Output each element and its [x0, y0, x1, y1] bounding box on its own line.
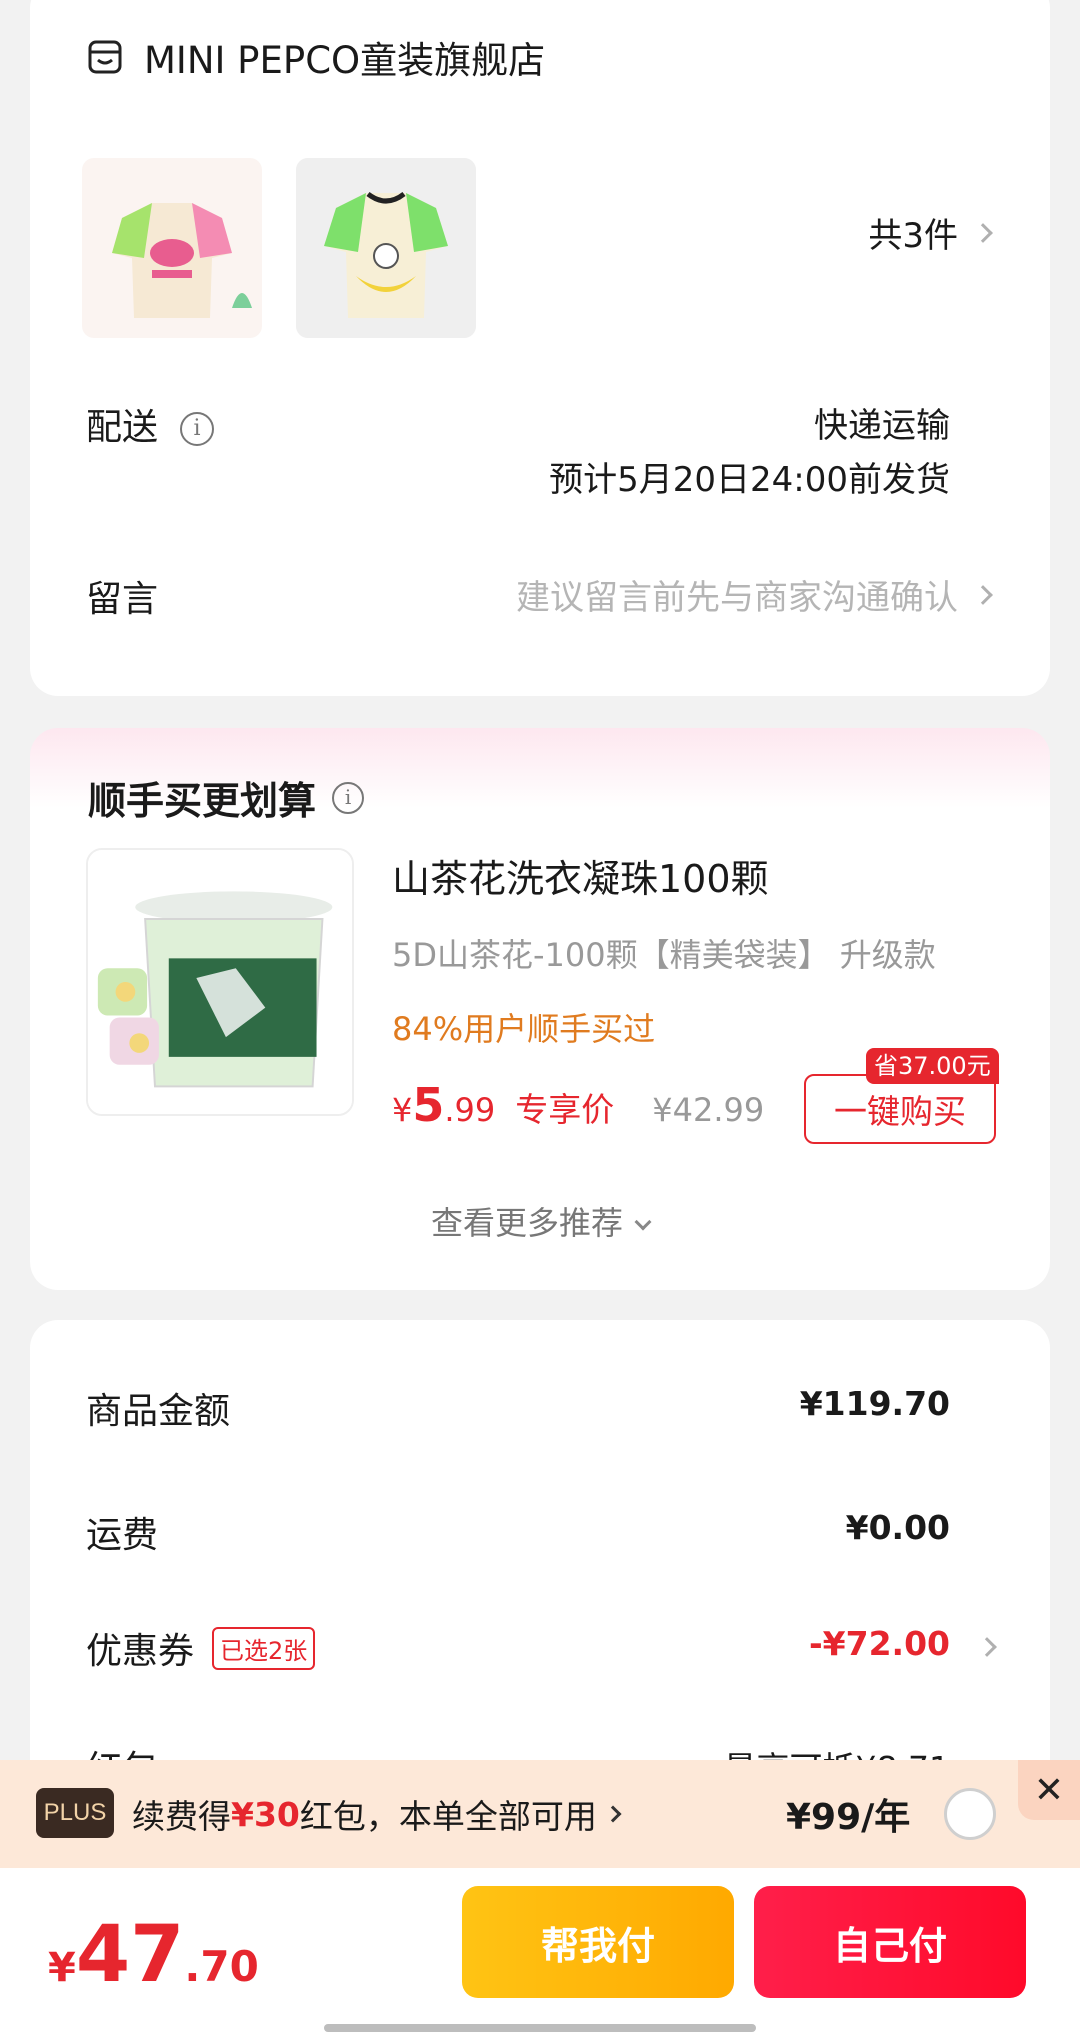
original-price: ¥42.99 [652, 1091, 765, 1129]
coupon-row[interactable]: 优惠券 已选2张 [86, 1622, 316, 1674]
plus-text-amount: ¥30 [231, 1794, 300, 1834]
chevron-right-icon [973, 584, 993, 605]
recommend-card: 顺手买更划算 i 山茶花洗衣凝珠100颗 5D山茶花-100颗【精美袋装】 升级… [30, 728, 1050, 1290]
coupon-selected-tag: 已选2张 [212, 1626, 316, 1670]
coupon-value: -¥72.00 [808, 1624, 950, 1663]
save-badge: 省37.00元 [866, 1048, 999, 1084]
store-name: MINI PEPCO童装旗舰店 [144, 39, 546, 82]
total-decimal: .70 [184, 1942, 259, 1991]
store-card: MINI PEPCO童装旗舰店 共3件 配送 i 快递运输 预计5月20日24:… [30, 0, 1050, 696]
one-click-buy-button[interactable]: 一键购买 [804, 1074, 996, 1144]
self-pay-button[interactable]: 自己付 [754, 1886, 1026, 1998]
plus-badge: PLUS [36, 1788, 114, 1838]
exclusive-price-tag: 专享价 [515, 1090, 615, 1129]
store-icon [88, 40, 122, 74]
recommend-bought-rate: 84%用户顺手买过 [392, 1010, 656, 1048]
recommend-product-image[interactable] [86, 848, 354, 1116]
store-header[interactable]: MINI PEPCO童装旗舰店 [86, 30, 545, 84]
message-placeholder: 建议留言前先与商家沟通确认 [516, 578, 958, 618]
recommend-product-spec: 5D山茶花-100颗【精美袋装】 升级款 [392, 936, 936, 974]
plus-select-radio[interactable] [944, 1788, 996, 1840]
total-currency: ¥ [48, 1945, 76, 1991]
message-input[interactable]: 建议留言前先与商家沟通确认 [516, 570, 993, 619]
message-label: 留言 [86, 579, 159, 620]
close-icon[interactable]: ✕ [1018, 1760, 1080, 1820]
checkout-bar: ¥ 47 .70 帮我付 自己付 [0, 1868, 1080, 2036]
more-recommendations-link[interactable]: 查看更多推荐 [30, 1198, 1050, 1244]
coupon-label: 优惠券 [86, 1631, 195, 1672]
chevron-down-icon [634, 1213, 652, 1231]
shipping-value: ¥0.00 [845, 1508, 950, 1547]
shipping-label: 运费 [86, 1515, 159, 1556]
plus-text-post: 红包，本单全部可用 [299, 1797, 597, 1836]
price-decimal: .99 [444, 1091, 496, 1129]
help-pay-button[interactable]: 帮我付 [462, 1886, 734, 1998]
recommend-product-name[interactable]: 山茶花洗衣凝珠100颗 [392, 848, 769, 903]
item-count: 共3件 [868, 216, 958, 256]
product-thumbnail-green[interactable] [296, 158, 476, 338]
recommend-title: 顺手买更划算 [88, 779, 317, 823]
price-integer: 5 [412, 1078, 445, 1132]
goods-amount-value: ¥119.70 [799, 1384, 950, 1423]
plus-price: ¥99/年 [786, 1797, 911, 1838]
total-integer: 47 [75, 1910, 185, 2000]
info-icon[interactable]: i [180, 412, 215, 446]
total-price: ¥ 47 .70 [48, 1910, 259, 2000]
recommend-title-wrap: 顺手买更划算 i [88, 770, 365, 825]
delivery-estimate: 预计5月20日24:00前发货 [549, 460, 950, 500]
price-currency: ¥ [392, 1091, 413, 1129]
product-thumbnail-pink[interactable] [82, 158, 262, 338]
chevron-right-icon [604, 1805, 622, 1823]
home-indicator[interactable] [324, 2024, 756, 2032]
delivery-label-wrap: 配送 i [86, 398, 215, 450]
item-count-link[interactable]: 共3件 [868, 208, 993, 257]
recommend-price: ¥ 5 .99 专享价 ¥42.99 [392, 1078, 764, 1132]
plus-offer-link[interactable]: 续费得 ¥30 红包，本单全部可用 [132, 1790, 622, 1838]
plus-promo-bar: PLUS 续费得 ¥30 红包，本单全部可用 ¥99/年 ✕ [0, 1760, 1080, 1868]
info-icon[interactable]: i [332, 781, 365, 814]
delivery-label: 配送 [86, 407, 159, 448]
chevron-right-icon [973, 222, 993, 243]
more-recommendations-label: 查看更多推荐 [430, 1204, 623, 1242]
chevron-right-icon[interactable] [977, 1637, 997, 1657]
delivery-method: 快递运输 [814, 406, 950, 446]
plus-text-pre: 续费得 [132, 1797, 231, 1836]
goods-amount-label: 商品金额 [86, 1391, 231, 1432]
